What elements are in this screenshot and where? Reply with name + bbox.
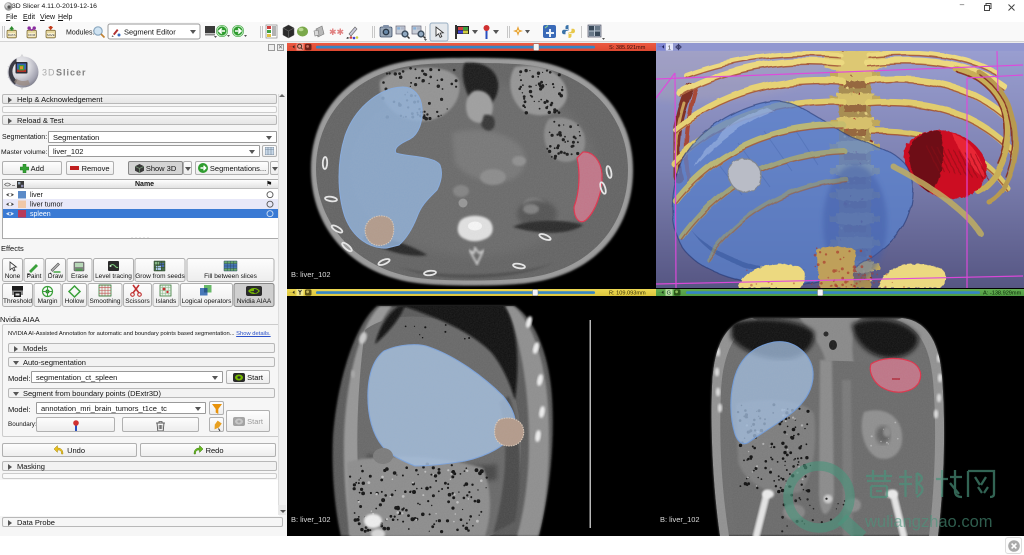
- svg-text:liver: liver: [30, 192, 44, 199]
- svg-text:liver tumor: liver tumor: [30, 201, 63, 208]
- svg-text:DATA: DATA: [8, 33, 17, 37]
- svg-text:Islands: Islands: [156, 298, 177, 305]
- svg-text:3D: 3D: [42, 68, 56, 78]
- svg-text:Smoothing: Smoothing: [89, 298, 120, 305]
- svg-text:Segment Editor: Segment Editor: [124, 28, 176, 37]
- svg-text:Margin: Margin: [38, 298, 58, 305]
- svg-text:Modules:: Modules:: [66, 30, 94, 37]
- svg-text:SAVE: SAVE: [47, 33, 55, 37]
- svg-text:Hollow: Hollow: [65, 298, 85, 305]
- svg-text:Draw: Draw: [48, 273, 63, 280]
- svg-text:Nvidia AIAA: Nvidia AIAA: [237, 298, 272, 305]
- svg-text:Erase: Erase: [71, 273, 88, 280]
- svg-text:✱✱: ✱✱: [329, 27, 344, 37]
- svg-text:B: liver_102: B: liver_102: [660, 515, 700, 524]
- svg-text:B: liver_102: B: liver_102: [291, 515, 331, 524]
- svg-text:Grow from seeds: Grow from seeds: [135, 273, 185, 280]
- svg-text:Level tracing: Level tracing: [95, 273, 132, 280]
- svg-text:B: liver_102: B: liver_102: [291, 270, 331, 279]
- svg-text:wuliangzhao.com: wuliangzhao.com: [864, 513, 993, 531]
- svg-text:DCM: DCM: [28, 33, 35, 37]
- svg-text:spleen: spleen: [30, 211, 51, 218]
- svg-text:Threshold: Threshold: [3, 298, 32, 305]
- svg-text:None: None: [5, 273, 21, 280]
- svg-text:Slicer: Slicer: [56, 68, 87, 78]
- svg-text:Scissors: Scissors: [125, 298, 150, 305]
- svg-text:Fill between slices: Fill between slices: [204, 273, 257, 280]
- svg-text:Logical operators: Logical operators: [182, 298, 233, 305]
